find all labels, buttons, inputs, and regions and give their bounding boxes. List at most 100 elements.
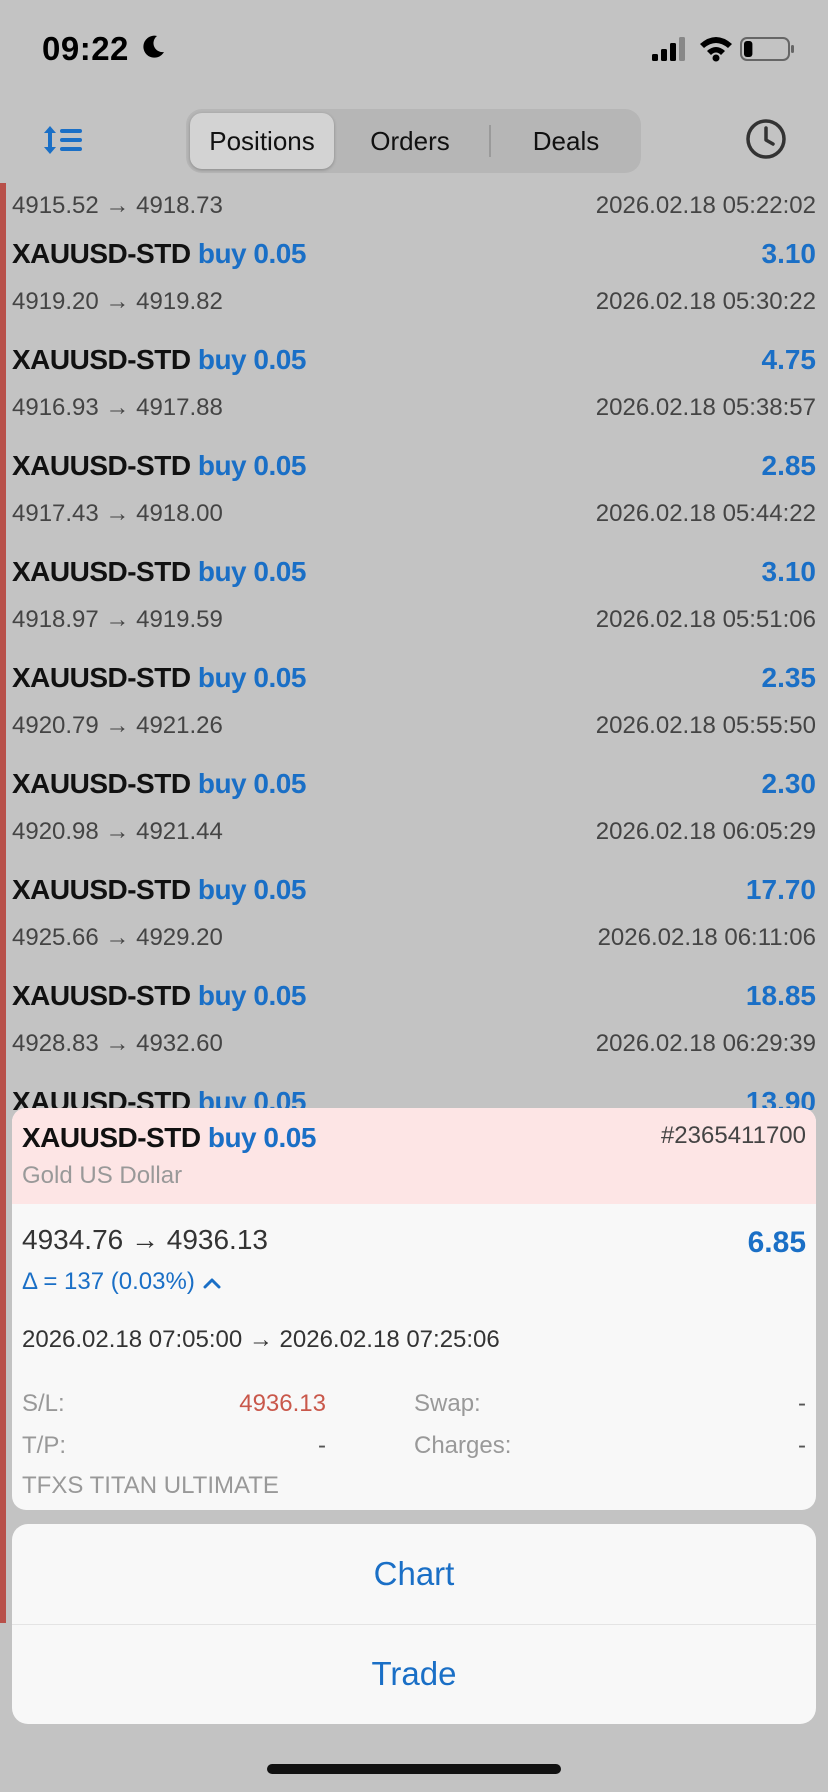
sl-value: 4936.13 [239, 1390, 326, 1417]
detail-company: TFXS TITAN ULTIMATE [22, 1472, 279, 1499]
row-side: buy 0.05 [197, 450, 307, 481]
charges-label: Charges: [414, 1432, 512, 1459]
detail-delta-text: Δ = 137 (0.03%) [22, 1268, 195, 1295]
row-symbol: XAUUSD-STD [12, 874, 191, 905]
detail-symbol-line: XAUUSD-STD buy 0.05 [22, 1122, 316, 1154]
row-symbol-line: XAUUSD-STD buy 0.05 [12, 980, 306, 1012]
row-prices: 4925.66 → 4929.20 [12, 924, 223, 951]
list-item[interactable]: XAUUSD-STD buy 0.05 17.70 4925.66 → 4929… [12, 868, 816, 974]
battery-icon [740, 37, 794, 61]
list-item[interactable]: XAUUSD-STD buy 0.05 2.85 4917.43 → 4918.… [12, 444, 816, 550]
detail-symbol: XAUUSD-STD [22, 1122, 201, 1153]
detail-card-header: XAUUSD-STD buy 0.05 #2365411700 Gold US … [12, 1108, 816, 1204]
sl-label: S/L: [22, 1390, 65, 1417]
row-side: buy 0.05 [197, 874, 307, 905]
row-symbol: XAUUSD-STD [12, 450, 191, 481]
charges-value: - [798, 1432, 806, 1459]
detail-profit: 6.85 [747, 1226, 806, 1259]
row-datetime: 2026.02.18 05:30:22 [595, 288, 816, 315]
row-side: buy 0.05 [197, 556, 307, 587]
row-datetime: 2026.02.18 06:11:06 [597, 924, 816, 951]
row-profit: 3.10 [761, 238, 817, 269]
segment-divider [489, 125, 491, 157]
status-bar: 09:22 [0, 0, 828, 100]
row-prices: 4916.93 → 4917.88 [12, 394, 223, 421]
row-profit: 2.85 [761, 450, 817, 481]
row-symbol-line: XAUUSD-STD buy 0.05 [12, 874, 306, 906]
row-side: buy 0.05 [197, 768, 307, 799]
row-symbol: XAUUSD-STD [12, 344, 191, 375]
row-symbol: XAUUSD-STD [12, 1086, 191, 1110]
list-item-partial[interactable]: 4915.52 → 4918.73 2026.02.18 05:22:02 [12, 186, 816, 226]
row-prices: 4917.43 → 4918.00 [12, 500, 223, 527]
row-profit: 2.35 [761, 662, 817, 693]
row-symbol: XAUUSD-STD [12, 238, 191, 269]
row-prices: 4918.97 → 4919.59 [12, 606, 223, 633]
moon-icon [143, 35, 164, 58]
row-profit: 18.85 [745, 980, 816, 1011]
tab-orders[interactable]: Orders [340, 113, 480, 169]
row-side: buy 0.05 [197, 1086, 307, 1110]
row-prices: 4920.98 → 4921.44 [12, 818, 223, 845]
chevron-up-icon [203, 1278, 221, 1289]
row-symbol-line: XAUUSD-STD buy 0.05 [12, 450, 306, 482]
status-time: 09:22 [42, 30, 129, 67]
tp-value: - [318, 1432, 326, 1459]
row-symbol: XAUUSD-STD [12, 662, 191, 693]
row-datetime: 2026.02.18 05:55:50 [595, 712, 816, 739]
row-prices: 4915.52 → 4918.73 [12, 192, 223, 219]
detail-side: buy 0.05 [207, 1122, 317, 1153]
row-side: buy 0.05 [197, 238, 307, 269]
trade-button[interactable]: Trade [12, 1624, 816, 1724]
tab-deals[interactable]: Deals [496, 113, 636, 169]
row-prices: 4928.83 → 4932.60 [12, 1030, 223, 1057]
row-symbol: XAUUSD-STD [12, 556, 191, 587]
home-indicator [267, 1764, 561, 1774]
row-datetime: 2026.02.18 06:05:29 [595, 818, 816, 845]
list-item[interactable]: XAUUSD-STD buy 0.05 3.10 4919.20 → 4919.… [12, 232, 816, 338]
list-item[interactable]: XAUUSD-STD buy 0.05 18.85 4928.83 → 4932… [12, 974, 816, 1080]
sort-icon[interactable] [42, 120, 84, 160]
row-symbol: XAUUSD-STD [12, 980, 191, 1011]
row-symbol: XAUUSD-STD [12, 768, 191, 799]
row-side: buy 0.05 [197, 980, 307, 1011]
chart-button[interactable]: Chart [12, 1524, 816, 1624]
toolbar: Positions Orders Deals [0, 100, 828, 185]
detail-times: 2026.02.18 07:05:00 → 2026.02.18 07:25:0… [22, 1326, 500, 1353]
row-profit: 13.90 [745, 1086, 816, 1110]
row-prices: 4920.79 → 4921.26 [12, 712, 223, 739]
list-item[interactable]: XAUUSD-STD buy 0.05 4.75 4916.93 → 4917.… [12, 338, 816, 444]
row-symbol-line: XAUUSD-STD buy 0.05 [12, 344, 306, 376]
row-profit: 2.30 [761, 768, 817, 799]
row-prices: 4919.20 → 4919.82 [12, 288, 223, 315]
tp-label: T/P: [22, 1432, 67, 1459]
row-profit: 17.70 [745, 874, 816, 905]
row-symbol-line: XAUUSD-STD buy 0.05 [12, 662, 306, 694]
row-symbol-line: XAUUSD-STD buy 0.05 [12, 768, 306, 800]
row-side: buy 0.05 [197, 344, 307, 375]
list-item[interactable]: XAUUSD-STD buy 0.05 3.10 4918.97 → 4919.… [12, 550, 816, 656]
list-item[interactable]: XAUUSD-STD buy 0.05 13.90 [12, 1080, 816, 1110]
list-item[interactable]: XAUUSD-STD buy 0.05 2.30 4920.98 → 4921.… [12, 762, 816, 868]
row-symbol-line: XAUUSD-STD buy 0.05 [12, 556, 306, 588]
list-item[interactable]: XAUUSD-STD buy 0.05 2.35 4920.79 → 4921.… [12, 656, 816, 762]
detail-prices: 4934.76 → 4936.13 [22, 1224, 268, 1255]
row-profit: 4.75 [761, 344, 817, 375]
swap-label: Swap: [414, 1390, 481, 1417]
row-datetime: 2026.02.18 05:51:06 [595, 606, 816, 633]
detail-description: Gold US Dollar [22, 1162, 183, 1189]
segmented-control: Positions Orders Deals [186, 109, 641, 173]
row-symbol-line: XAUUSD-STD buy 0.05 [12, 1086, 306, 1110]
row-datetime: 2026.02.18 05:38:57 [595, 394, 816, 421]
row-profit: 3.10 [761, 556, 817, 587]
row-datetime: 2026.02.18 06:29:39 [595, 1030, 816, 1057]
deal-detail-card: XAUUSD-STD buy 0.05 #2365411700 Gold US … [12, 1108, 816, 1510]
detail-delta[interactable]: Δ = 137 (0.03%) [22, 1268, 221, 1296]
wifi-icon [700, 37, 732, 62]
clock-icon[interactable] [745, 118, 787, 160]
tab-positions[interactable]: Positions [190, 113, 334, 169]
swap-value: - [798, 1390, 806, 1417]
row-datetime: 2026.02.18 05:44:22 [595, 500, 816, 527]
row-symbol-line: XAUUSD-STD buy 0.05 [12, 238, 306, 270]
action-sheet: Chart Trade [12, 1524, 816, 1724]
